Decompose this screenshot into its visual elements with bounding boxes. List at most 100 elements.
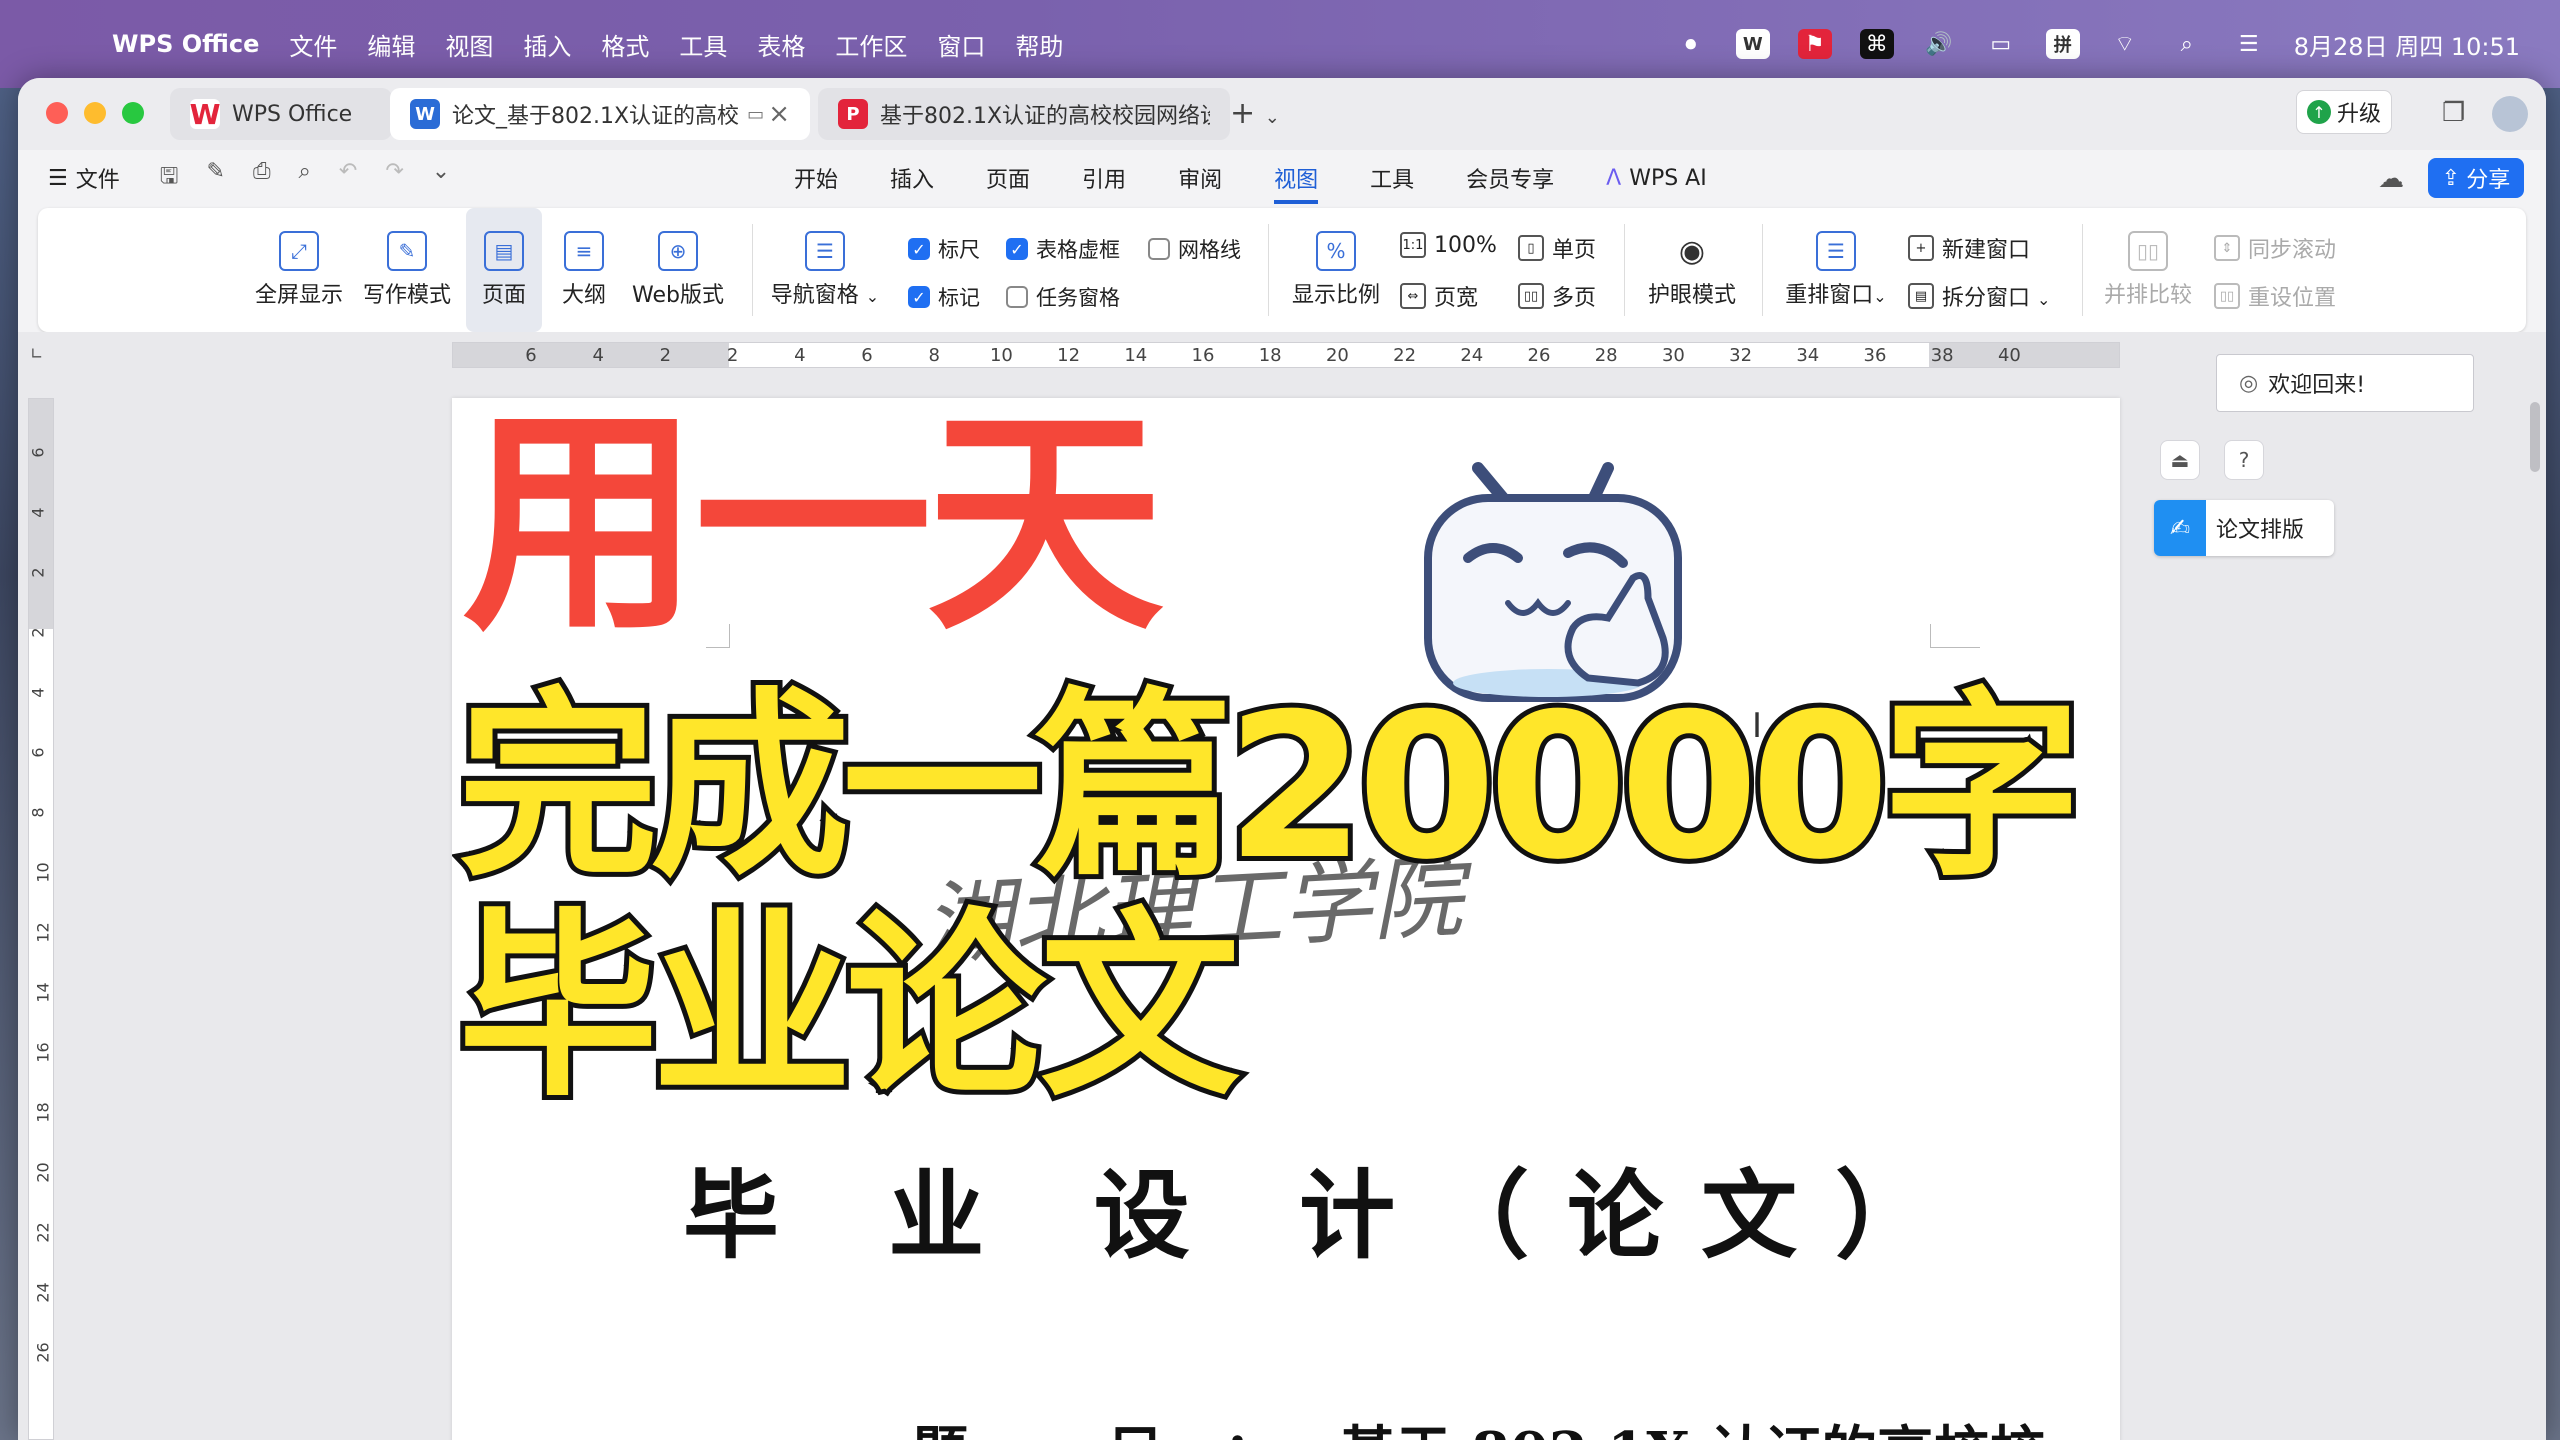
page-width-button[interactable]: ⇔ 页宽 bbox=[1400, 280, 1478, 312]
menubar-view[interactable]: 视图 bbox=[445, 27, 493, 62]
tab-tools[interactable]: 工具 bbox=[1370, 162, 1414, 194]
side-by-side-button[interactable]: ▯▯ 并排比较 bbox=[2098, 208, 2198, 332]
ruler-corner-icon[interactable]: ∟ bbox=[30, 344, 43, 363]
tab-pdf[interactable]: P 基于802.1X认证的高校校园网络设 bbox=[818, 88, 1230, 140]
menubar-workspace[interactable]: 工作区 bbox=[835, 27, 907, 62]
search-icon[interactable]: ⌕ bbox=[2170, 29, 2204, 59]
reset-position-button[interactable]: ▯▯ 重设位置 bbox=[2214, 280, 2336, 312]
arrange-windows-button[interactable]: ☰ 重排窗口⌄ bbox=[1778, 208, 1894, 332]
chevron-down-icon[interactable]: ⌄ bbox=[1265, 107, 1280, 128]
wps-ai-icon: Λ bbox=[1606, 165, 1622, 191]
print-preview-icon[interactable]: ⌕ bbox=[299, 159, 311, 197]
menubar-table[interactable]: 表格 bbox=[757, 27, 805, 62]
reset-position-icon: ▯▯ bbox=[2214, 283, 2240, 309]
new-tab-button[interactable]: + ⌄ bbox=[1230, 96, 1280, 131]
tab-start[interactable]: 开始 bbox=[794, 162, 838, 194]
input-method-icon[interactable]: 拼 bbox=[2045, 29, 2080, 59]
close-window-button[interactable] bbox=[46, 102, 68, 124]
task-pane-checkbox[interactable]: 任务窗格 bbox=[1006, 282, 1120, 312]
single-page-button[interactable]: ▯ 单页 bbox=[1518, 232, 1596, 264]
tab-view[interactable]: 视图 bbox=[1274, 162, 1319, 204]
upgrade-button[interactable]: ↑ 升级 bbox=[2296, 90, 2392, 134]
table-gridlines-checkbox[interactable]: ✓ 表格虚框 bbox=[1006, 234, 1120, 264]
eye-mode-button[interactable]: ◉ 护眼模式 bbox=[1640, 208, 1744, 332]
bilibili-mascot-icon bbox=[1424, 462, 1682, 702]
control-center-icon[interactable]: ☰ bbox=[2232, 29, 2266, 59]
ruler-tick: 2 bbox=[726, 345, 739, 366]
tab-membership[interactable]: 会员专享 bbox=[1466, 162, 1554, 194]
vertical-scrollbar[interactable] bbox=[2526, 352, 2544, 1432]
ruler-tick: 10 bbox=[989, 345, 1013, 366]
undo-icon[interactable]: ↶ bbox=[339, 159, 357, 197]
share-button[interactable]: ⇪ 分享 bbox=[2428, 158, 2524, 198]
gridlines-checkbox[interactable]: 网格线 bbox=[1148, 234, 1241, 264]
format-painter-icon[interactable]: ✎ bbox=[207, 159, 225, 197]
split-window-button[interactable]: ▤ 拆分窗口 ⌄ bbox=[1908, 280, 2050, 312]
zoom-100-button[interactable]: 1:1 100% bbox=[1400, 232, 1497, 258]
horizontal-ruler[interactable]: 6 4 2 2 4 6 8 10 12 14 16 18 20 22 24 26 28 30 32 34 36 38 40 bbox=[452, 342, 2120, 368]
avatar[interactable] bbox=[2492, 96, 2528, 132]
tab-document[interactable]: W 论文_基于802.1X认证的高校 ▭ × bbox=[390, 88, 810, 140]
battery-icon[interactable]: ▭ bbox=[1984, 29, 2018, 59]
write-mode-button[interactable]: ✎ 写作模式 bbox=[360, 208, 454, 332]
wps-icon[interactable]: W bbox=[1735, 29, 1770, 59]
collapse-panel-icon[interactable]: ⏏ bbox=[2160, 440, 2200, 480]
margin-corner-marker bbox=[1930, 624, 1980, 648]
save-icon[interactable]: 🖫 bbox=[160, 159, 179, 197]
ruler-checkbox[interactable]: ✓ 标尺 bbox=[908, 234, 980, 264]
record-icon[interactable]: ⏺ bbox=[1674, 29, 1708, 59]
menubar-insert[interactable]: 插入 bbox=[523, 27, 571, 62]
menu-row: ☰ 文件 🖫 ✎ ⎙ ⌕ ↶ ↷ ⌄ 开始 插入 页面 引用 审阅 视图 工具 … bbox=[18, 150, 2546, 206]
welcome-box[interactable]: ◎ 欢迎回来! bbox=[2216, 354, 2474, 412]
ruler-tick: 8 bbox=[928, 345, 940, 366]
quick-access-toolbar: 🖫 ✎ ⎙ ⌕ ↶ ↷ ⌄ bbox=[160, 159, 450, 197]
tab-insert[interactable]: 插入 bbox=[890, 162, 934, 194]
marks-checkbox[interactable]: ✓ 标记 bbox=[908, 282, 980, 312]
web-view-button[interactable]: ⊕ Web版式 bbox=[628, 208, 728, 332]
file-menu-button[interactable]: ☰ 文件 bbox=[48, 162, 120, 194]
sync-scroll-button[interactable]: ⇕ 同步滚动 bbox=[2214, 232, 2336, 264]
menubar-window[interactable]: 窗口 bbox=[937, 27, 985, 62]
tab-review[interactable]: 审阅 bbox=[1178, 162, 1222, 194]
minimize-window-button[interactable] bbox=[84, 102, 106, 124]
volume-icon[interactable]: 🔊 bbox=[1922, 29, 1956, 59]
wifi-icon[interactable]: ⌔ bbox=[2108, 29, 2142, 59]
help-icon[interactable]: ? bbox=[2224, 440, 2264, 480]
menubar-file[interactable]: 文件 bbox=[289, 27, 337, 62]
window-restore-icon[interactable]: ❐ bbox=[2442, 98, 2465, 128]
tab-wps-home[interactable]: W WPS Office bbox=[170, 88, 392, 140]
tab-label: 论文_基于802.1X认证的高校 bbox=[452, 104, 740, 129]
ruler-tick: 30 bbox=[1661, 345, 1685, 366]
page-view-button[interactable]: ▤ 页面 bbox=[466, 208, 542, 332]
document-page[interactable]: 用一天 I 湖北理工学院 完成一篇20000字 毕业论文 毕 业 设 计（论文）… bbox=[452, 398, 2120, 1440]
menubar-format[interactable]: 格式 bbox=[601, 27, 649, 62]
nav-pane-button[interactable]: ☰ 导航窗格 ⌄ bbox=[768, 208, 882, 332]
multi-page-button[interactable]: ▯▯ 多页 bbox=[1518, 280, 1596, 312]
wps-ai-button[interactable]: Λ WPS AI bbox=[1606, 166, 1707, 191]
ribbon-tabs: 开始 插入 页面 引用 审阅 视图 工具 会员专享 Λ WPS AI bbox=[794, 150, 1707, 206]
chevron-down-icon[interactable]: ⌄ bbox=[432, 159, 450, 197]
paper-format-button[interactable]: ✍ 论文排版 bbox=[2154, 500, 2334, 556]
menubar-help[interactable]: 帮助 bbox=[1015, 27, 1063, 62]
scrollbar-thumb[interactable] bbox=[2530, 402, 2540, 472]
zoom-button[interactable]: % 显示比例 bbox=[1284, 208, 1388, 332]
cloud-sync-icon[interactable]: ☁ bbox=[2378, 164, 2404, 194]
close-tab-icon[interactable]: × bbox=[768, 99, 790, 129]
tab-references[interactable]: 引用 bbox=[1082, 162, 1126, 194]
menubar-edit[interactable]: 编辑 bbox=[367, 27, 415, 62]
zoom-window-button[interactable] bbox=[122, 102, 144, 124]
paper-format-icon: ✍ bbox=[2154, 500, 2206, 556]
tab-page[interactable]: 页面 bbox=[986, 162, 1030, 194]
menubar-tools[interactable]: 工具 bbox=[679, 27, 727, 62]
new-window-button[interactable]: + 新建窗口 bbox=[1908, 232, 2030, 264]
outline-view-button[interactable]: ≡ 大纲 bbox=[552, 208, 616, 332]
fullscreen-button[interactable]: ⤢ 全屏显示 bbox=[252, 208, 346, 332]
print-icon[interactable]: ⎙ bbox=[253, 159, 271, 197]
ruler-margin-right bbox=[1929, 343, 2119, 367]
command-icon[interactable]: ⌘ bbox=[1859, 29, 1894, 59]
redo-icon[interactable]: ↷ bbox=[385, 159, 403, 197]
vertical-ruler[interactable]: 6 4 2 2 4 6 8 10 12 14 16 18 20 22 24 26 bbox=[28, 398, 54, 1440]
menubar-app-name[interactable]: WPS Office bbox=[112, 30, 259, 58]
flag-icon[interactable]: ⚑ bbox=[1797, 29, 1832, 59]
menubar-datetime[interactable]: 8月28日 周四 10:51 bbox=[2294, 27, 2520, 62]
